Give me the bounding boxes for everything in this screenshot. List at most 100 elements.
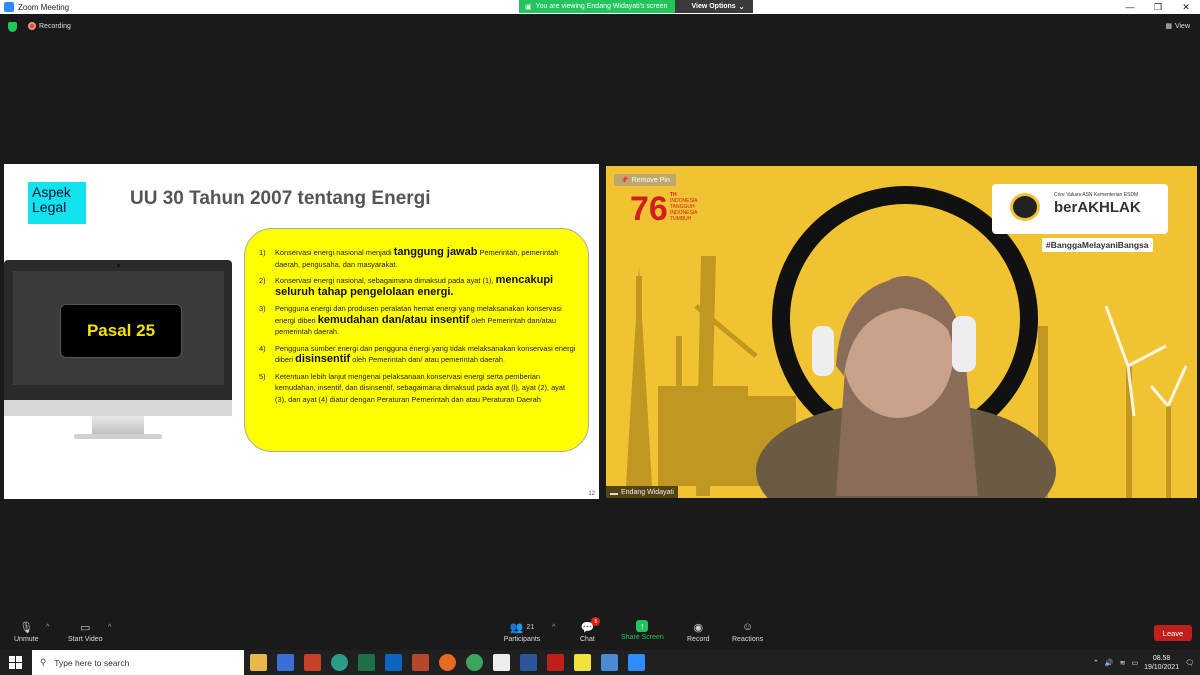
minimize-button[interactable]: — — [1116, 0, 1144, 14]
share-screen-icon: ↑ — [636, 620, 649, 632]
powerpoint-icon[interactable] — [304, 654, 321, 671]
record-button[interactable]: ◉ Record — [687, 620, 710, 644]
participants-button[interactable]: 👥 21 Participants — [502, 620, 542, 644]
legal-item-text-pre: Konservasi energi nasional, sebagaimana … — [275, 276, 496, 285]
core-values-text: Core Values ASN Kementerian ESDM — [1054, 192, 1139, 198]
tray-chevron-icon[interactable]: ⌃ — [1093, 659, 1099, 667]
view-button[interactable]: ▦ View — [1165, 22, 1190, 31]
monitor-chin — [4, 400, 232, 416]
legal-item-text: Pengguna sumber energi dan pengguna ener… — [275, 343, 578, 366]
taskbar-clock[interactable]: 08.58 19/10/2021 — [1144, 654, 1179, 672]
legal-items-list: 1) Konservasi energi nasional menjadi tan… — [259, 246, 578, 406]
berakhlak-text: berAKHLAK — [1054, 199, 1141, 216]
hashtag-label: #BanggaMelayaniBangsa — [1042, 238, 1153, 252]
network-icon[interactable]: ≋ — [1120, 659, 1126, 667]
maximize-button[interactable]: ❐ — [1144, 0, 1172, 14]
legal-item-text-bold: kemudahan dan/atau insentif — [317, 313, 470, 326]
slide-page-number: 12 — [588, 491, 595, 497]
zoom-app-icon — [4, 2, 14, 12]
legal-item-number: 5) — [259, 371, 266, 381]
chat-icon: 💬 5 — [580, 617, 601, 634]
chevron-down-icon: ⌄ — [738, 3, 745, 11]
participants-icon: 👥 21 — [509, 621, 535, 634]
pin-icon: 📌 — [620, 177, 629, 184]
windows-start-icon[interactable] — [9, 656, 22, 669]
legal-item-text: Konservasi energi nasional, sebagaimana … — [275, 274, 578, 298]
view-options-label: View Options — [691, 3, 736, 10]
word-icon[interactable] — [520, 654, 537, 671]
recording-label: Recording — [39, 22, 71, 30]
view-label: View — [1174, 22, 1190, 30]
aspek-legal-label: Aspek Legal — [28, 182, 86, 224]
legal-item-text-pre: Konservasi energi nasional menjadi — [275, 248, 394, 257]
webcam-dot — [117, 264, 120, 267]
grid-icon: ▦ — [1165, 23, 1172, 30]
chat-button[interactable]: 💬 5 Chat — [580, 617, 601, 643]
viewing-text: You are viewing Endang Widayati's screen — [535, 3, 668, 10]
participant-name: Endang Widayati — [621, 488, 674, 496]
legal-item: 4) Pengguna sumber energi dan pengguna en… — [259, 343, 578, 366]
window-title: Zoom Meeting — [18, 2, 70, 12]
signal-bars-icon — [610, 489, 618, 495]
legal-item: 5) Ketentuan lebih lanjut mengenai pelaks… — [259, 371, 578, 406]
view-options-button[interactable]: View Options ⌄ — [675, 0, 753, 13]
shield-icon[interactable] — [8, 22, 17, 32]
monitor-stand-base — [74, 434, 162, 439]
legal-item-number: 4) — [259, 343, 266, 353]
video-options-caret[interactable]: ^ — [108, 624, 111, 631]
close-button[interactable]: ✕ — [1172, 0, 1200, 14]
audio-options-caret[interactable]: ^ — [46, 624, 49, 631]
taskbar-search[interactable]: ⚲ Type here to search — [32, 650, 244, 675]
zoom-taskbar-icon[interactable] — [628, 654, 645, 671]
remove-pin-button[interactable]: 📌 Remove Pin — [614, 174, 676, 186]
edge-icon[interactable] — [331, 654, 348, 671]
shared-slide: Aspek Legal UU 30 Tahun 2007 tentang Ene… — [4, 164, 599, 499]
chat-badge: 5 — [591, 617, 601, 626]
window-controls: — ❐ ✕ — [1116, 0, 1200, 14]
acrobat-icon[interactable] — [547, 654, 564, 671]
video-tile[interactable]: 📌 Remove Pin 76 TH INDONESIA TANGGUH IND… — [606, 166, 1197, 498]
berakhlak-banner: Core Values ASN Kementerian ESDM berAKHL… — [992, 184, 1168, 234]
file-explorer-icon[interactable] — [250, 654, 267, 671]
search-placeholder: Type here to search — [54, 657, 130, 668]
battery-icon[interactable]: ▭ — [1131, 659, 1138, 667]
legal-text-box: 1) Konservasi energi nasional menjadi tan… — [244, 228, 589, 452]
participant-name-tag: Endang Widayati — [606, 486, 678, 498]
system-tray: ⌃ 🔊 ≋ ▭ 08.58 19/10/2021 🗨 — [1093, 650, 1200, 675]
hut-ri-76-logo: 76 TH INDONESIA TANGGUH INDONESIA TUMBUH — [630, 190, 698, 228]
chrome-icon[interactable] — [466, 654, 483, 671]
start-video-button[interactable]: ▭ Start Video — [68, 620, 103, 644]
outlook-icon[interactable] — [385, 654, 402, 671]
slide-title: UU 30 Tahun 2007 tentang Energi — [130, 188, 431, 209]
reactions-button[interactable]: ☺ Reactions — [732, 620, 763, 643]
esdm-emblem — [1010, 193, 1040, 221]
legal-item-text-pre: Ketentuan lebih lanjut mengenai pelaksan… — [275, 371, 566, 404]
sticky-notes-icon[interactable] — [574, 654, 591, 671]
firefox-icon[interactable] — [439, 654, 456, 671]
unmute-button[interactable]: 🎙 Unmute — [14, 620, 39, 644]
recording-indicator[interactable]: Recording — [28, 22, 71, 30]
windows-taskbar: ⚲ Type here to search ⌃ 🔊 ≋ ▭ 08.58 19/1… — [0, 650, 1200, 675]
record-icon: ◉ — [693, 621, 704, 634]
legal-item-text: Konservasi energi nasional menjadi tangg… — [275, 246, 578, 270]
record-dot-icon — [28, 22, 36, 30]
clock-time: 08.58 — [1152, 654, 1171, 662]
participants-caret[interactable]: ^ — [552, 624, 555, 631]
share-screen-button[interactable]: ↑ Share Screen — [621, 620, 664, 641]
legal-item-text: Pengguna energi dan produsen peralatan h… — [275, 303, 578, 338]
legal-item: 1) Konservasi energi nasional menjadi tan… — [259, 246, 578, 270]
document-icon[interactable] — [493, 654, 510, 671]
photos-icon[interactable] — [601, 654, 618, 671]
volume-icon[interactable]: 🔊 — [1105, 659, 1114, 667]
leave-button[interactable]: Leave — [1154, 625, 1192, 641]
notifications-icon[interactable]: 🗨 — [1185, 659, 1194, 667]
legal-item: 2) Konservasi energi nasional, sebagaiman… — [259, 274, 578, 298]
legal-item-text: Ketentuan lebih lanjut mengenai pelaksan… — [275, 371, 578, 406]
store-icon[interactable] — [277, 654, 294, 671]
monitor-stand — [92, 416, 144, 436]
clock-date: 19/10/2021 — [1144, 663, 1180, 671]
excel-icon[interactable] — [358, 654, 375, 671]
legal-item: 3) Pengguna energi dan produsen peralatan… — [259, 303, 578, 338]
screen-share-icon: ▣ — [525, 3, 532, 11]
app-icon[interactable] — [412, 654, 429, 671]
